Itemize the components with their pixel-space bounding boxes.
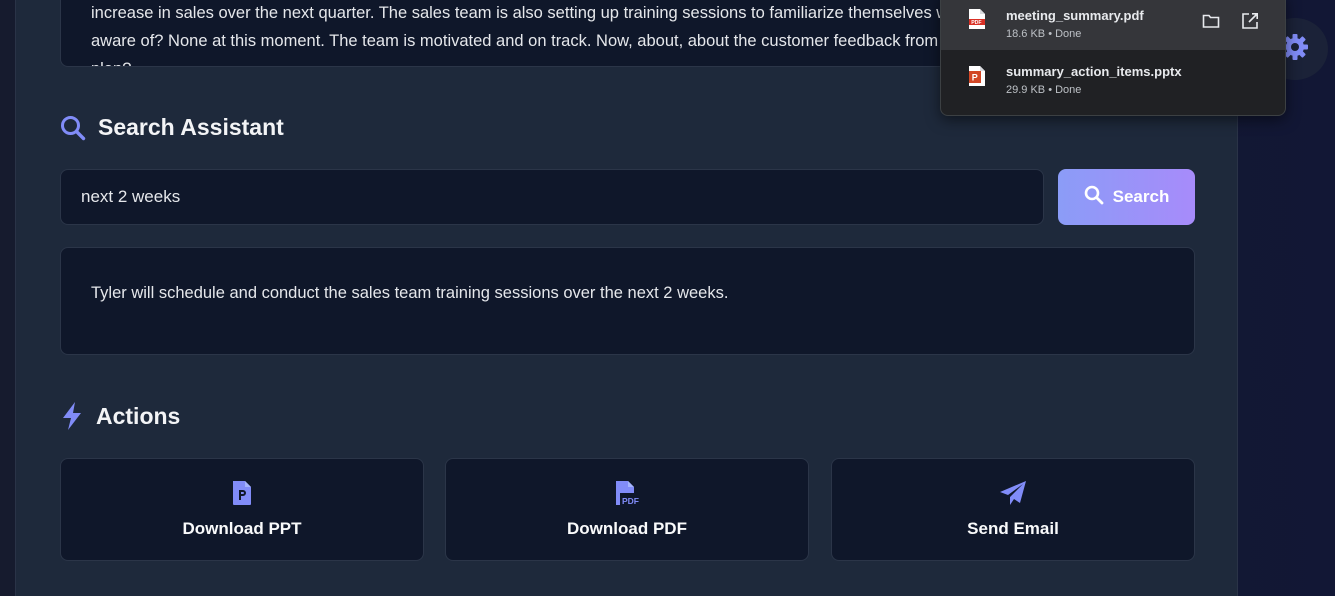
pptx-file-icon: P [968, 65, 986, 92]
search-icon [60, 115, 86, 141]
download-status: 18.6 KB • Done [1006, 28, 1082, 40]
svg-text:PDF: PDF [622, 496, 639, 506]
search-assistant-title: Search Assistant [98, 114, 284, 140]
search-result: Tyler will schedule and conduct the sale… [60, 247, 1195, 355]
downloads-popup: PDF meeting_summary.pdf 18.6 KB • Done P [940, 0, 1286, 116]
lightning-icon [60, 401, 84, 431]
download-ppt-button[interactable]: Download PPT [60, 458, 424, 561]
download-pdf-button[interactable]: PDF Download PDF [445, 458, 809, 561]
download-pdf-label: Download PDF [567, 519, 687, 538]
file-ppt-icon [231, 480, 253, 511]
search-button-icon [1084, 185, 1104, 210]
actions-heading: Actions [60, 401, 180, 431]
download-filename: summary_action_items.pptx [1006, 64, 1182, 79]
search-result-text: Tyler will schedule and conduct the sale… [91, 284, 729, 302]
search-input[interactable] [60, 169, 1044, 225]
download-status: 29.9 KB • Done [1006, 84, 1082, 96]
send-email-button[interactable]: Send Email [831, 458, 1195, 561]
pdf-file-icon: PDF [968, 8, 986, 35]
download-item[interactable]: PDF meeting_summary.pdf 18.6 KB • Done [941, 0, 1285, 50]
download-ppt-label: Download PPT [182, 519, 302, 538]
file-pdf-icon: PDF [614, 480, 640, 511]
download-item[interactable]: P summary_action_items.pptx 29.9 KB • Do… [941, 50, 1285, 107]
pdf-type-label: PDF [971, 20, 981, 26]
open-external-icon[interactable] [1239, 10, 1261, 32]
pptx-type-label: P [972, 73, 978, 83]
search-button[interactable]: Search [1058, 169, 1195, 225]
search-button-label: Search [1112, 187, 1170, 206]
send-email-label: Send Email [967, 519, 1059, 538]
folder-icon[interactable] [1200, 10, 1222, 32]
download-filename: meeting_summary.pdf [1006, 8, 1144, 23]
actions-title: Actions [96, 402, 181, 429]
search-assistant-heading: Search Assistant [60, 114, 284, 141]
paper-plane-icon [999, 480, 1027, 511]
